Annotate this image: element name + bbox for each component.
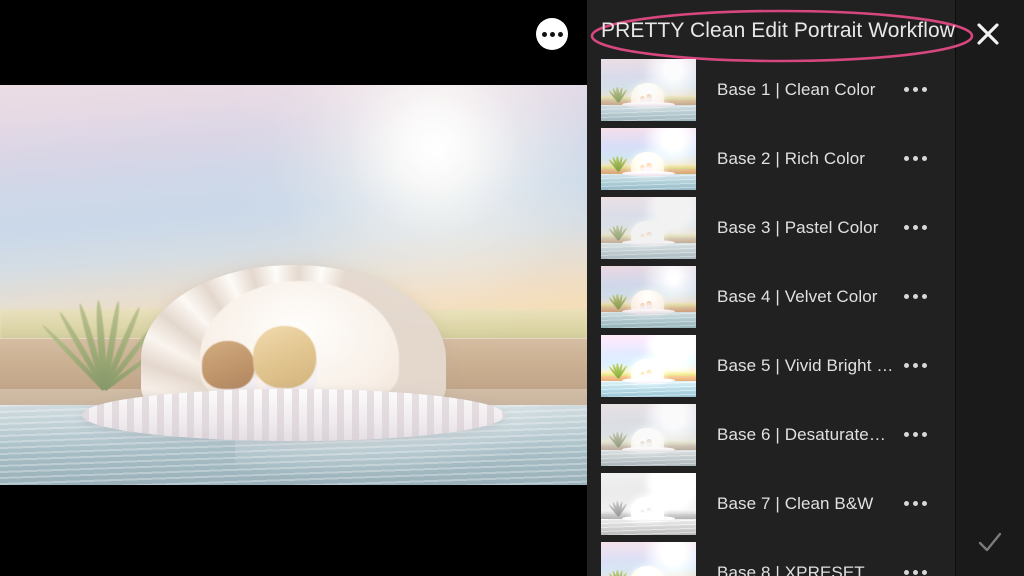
- ellipsis-dot: [912, 501, 918, 506]
- ellipsis-dot: [549, 31, 555, 37]
- preset-row[interactable]: Base 7 | Clean B&W: [587, 469, 956, 538]
- ellipsis-dot: [541, 31, 547, 37]
- preset-thumbnail[interactable]: [601, 334, 696, 397]
- ellipsis-dot: [912, 225, 918, 230]
- ellipsis-dot: [912, 570, 918, 575]
- ellipsis-dot: [912, 294, 918, 299]
- ellipsis-dot: [903, 501, 909, 506]
- photo-viewer: [0, 0, 587, 576]
- preset-ellipsis-icon[interactable]: [895, 225, 935, 230]
- preset-label: Base 3 | Pastel Color: [717, 217, 879, 237]
- ellipsis-dot: [903, 432, 909, 437]
- main-photo[interactable]: [0, 85, 587, 485]
- preset-thumbnail[interactable]: [601, 541, 696, 576]
- preset-thumbnail[interactable]: [601, 472, 696, 535]
- thumb-sun-glow: [601, 472, 696, 535]
- preset-thumbnail[interactable]: [601, 196, 696, 259]
- preset-label: Base 4 | Velvet Color: [717, 286, 878, 306]
- thumb-sun-glow: [601, 334, 696, 397]
- ellipsis-dot: [921, 501, 927, 506]
- preset-row[interactable]: Base 2 | Rich Color: [587, 124, 956, 193]
- thumb-sun-glow: [601, 403, 696, 466]
- preset-list[interactable]: Base 1 | Clean Color Base 2 | Rich Color B…: [587, 55, 956, 576]
- preset-label: Base 8 | XPRESET: [717, 562, 865, 576]
- ellipsis-dot: [903, 294, 909, 299]
- ellipsis-dot: [912, 156, 918, 161]
- preset-ellipsis-icon[interactable]: [895, 87, 935, 92]
- ellipsis-icon[interactable]: [536, 18, 568, 50]
- preset-row[interactable]: Base 5 | Vivid Bright C...: [587, 331, 956, 400]
- preset-thumbnail[interactable]: [601, 265, 696, 328]
- preset-ellipsis-icon[interactable]: [895, 501, 935, 506]
- ellipsis-dot: [921, 363, 927, 368]
- page-title: PRETTY Clean Edit Portrait Workflow: [601, 19, 955, 42]
- preset-row[interactable]: Base 8 | XPRESET: [587, 538, 956, 576]
- thumb-sun-glow: [601, 127, 696, 190]
- ellipsis-dot: [921, 156, 927, 161]
- preset-row[interactable]: Base 1 | Clean Color: [587, 55, 956, 124]
- ellipsis-dot: [921, 87, 927, 92]
- preset-label: Base 7 | Clean B&W: [717, 493, 874, 513]
- ellipsis-dot: [903, 363, 909, 368]
- app-screenshot: PRETTY Clean Edit Portrait Workflow Base…: [0, 0, 1024, 576]
- preset-row[interactable]: Base 3 | Pastel Color: [587, 193, 956, 262]
- preset-ellipsis-icon[interactable]: [895, 363, 935, 368]
- photo-girl-right-hair: [252, 325, 316, 389]
- ellipsis-dot: [921, 294, 927, 299]
- preset-thumbnail[interactable]: [601, 127, 696, 190]
- preset-thumbnail[interactable]: [601, 58, 696, 121]
- thumb-sun-glow: [601, 196, 696, 259]
- close-icon[interactable]: [975, 21, 1001, 47]
- preset-ellipsis-icon[interactable]: [895, 294, 935, 299]
- preset-label: Base 6 | Desaturated C...: [717, 424, 895, 444]
- ellipsis-dot: [912, 363, 918, 368]
- ellipsis-dot: [912, 432, 918, 437]
- ellipsis-dot: [903, 225, 909, 230]
- ellipsis-dot: [921, 432, 927, 437]
- preset-ellipsis-icon[interactable]: [895, 432, 935, 437]
- preset-row[interactable]: Base 6 | Desaturated C...: [587, 400, 956, 469]
- preset-label: Base 5 | Vivid Bright C...: [717, 355, 895, 375]
- preset-label: Base 2 | Rich Color: [717, 148, 866, 168]
- preset-row[interactable]: Base 4 | Velvet Color: [587, 262, 956, 331]
- ellipsis-dot: [921, 570, 927, 575]
- preset-thumbnail[interactable]: [601, 403, 696, 466]
- ellipsis-dot: [912, 87, 918, 92]
- thumb-sun-glow: [601, 58, 696, 121]
- preset-ellipsis-icon[interactable]: [895, 570, 935, 575]
- preset-panel: PRETTY Clean Edit Portrait Workflow Base…: [587, 0, 1024, 576]
- thumb-sun-glow: [601, 541, 696, 576]
- thumb-sun-glow: [601, 265, 696, 328]
- photo-girl-left-hair: [201, 340, 254, 389]
- preset-label: Base 1 | Clean Color: [717, 79, 876, 99]
- ellipsis-dot: [557, 31, 563, 37]
- preset-ellipsis-icon[interactable]: [895, 156, 935, 161]
- ellipsis-dot: [903, 570, 909, 575]
- ellipsis-dot: [903, 87, 909, 92]
- photo-float-base: [82, 389, 505, 441]
- ellipsis-dot: [921, 225, 927, 230]
- check-icon[interactable]: [976, 528, 1004, 556]
- ellipsis-dot: [903, 156, 909, 161]
